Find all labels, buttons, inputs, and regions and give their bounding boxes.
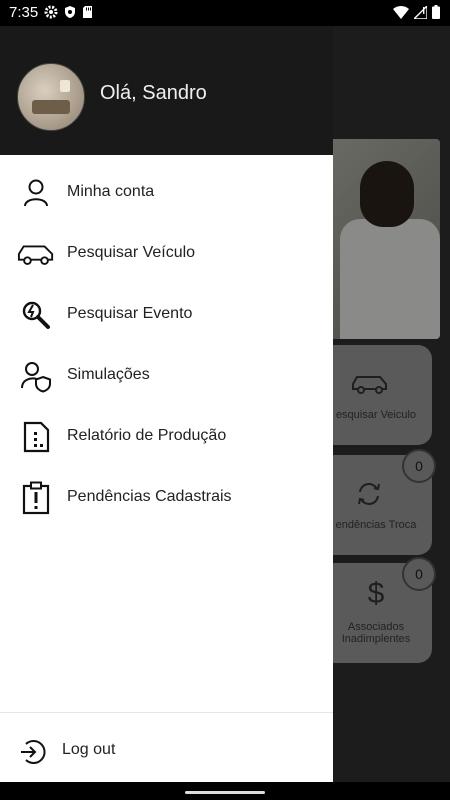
clipboard-alert-icon [17, 481, 55, 515]
user-shield-icon [17, 359, 55, 393]
menu-item-relatorio-producao[interactable]: Relatório de Produção [0, 407, 333, 468]
avatar[interactable] [17, 63, 85, 131]
pendencias-count-badge: 0 [402, 449, 436, 483]
card-label: esquisar Veiculo [335, 409, 417, 421]
sd-card-icon [83, 6, 92, 18]
status-time: 7:35 [9, 4, 39, 21]
user-icon [17, 176, 55, 210]
menu-item-label: Relatório de Produção [67, 427, 227, 444]
card-pesquisar-veiculo[interactable]: esquisar Veiculo [320, 345, 432, 445]
menu-item-label: Simulações [67, 366, 150, 383]
drawer-header: Olá, Sandro [0, 26, 333, 155]
sync-icon [358, 483, 380, 505]
card-label: endências Troca [335, 519, 417, 531]
status-left-icons [44, 5, 93, 19]
menu-item-minha-conta[interactable]: Minha conta [0, 163, 333, 224]
drawer-divider [0, 712, 333, 713]
menu-item-label: Pesquisar Veículo [67, 244, 196, 261]
battery-icon [432, 5, 440, 19]
home-gesture-handle[interactable] [185, 791, 265, 794]
menu-item-label: Minha conta [67, 183, 155, 200]
drawer-menu: Minha conta Pesquisar Veículo Pesquisar … [0, 163, 333, 529]
logout-button[interactable]: Log out [0, 726, 333, 776]
shield-icon [65, 6, 75, 18]
status-right-icons [393, 5, 440, 19]
navigation-drawer: Olá, Sandro Minha conta Pesquisar Veícul… [0, 26, 333, 782]
logout-label: Log out [62, 741, 116, 758]
menu-item-simulacoes[interactable]: Simulações [0, 346, 333, 407]
car-icon [17, 237, 55, 271]
menu-item-pesquisar-evento[interactable]: Pesquisar Evento [0, 285, 333, 346]
system-nav-bar [0, 782, 450, 800]
menu-item-label: Pesquisar Evento [67, 305, 193, 322]
logout-icon [18, 738, 46, 771]
signal-icon [414, 5, 427, 19]
status-bar: 7:35 [0, 0, 450, 26]
inadimplentes-count-badge: 0 [402, 557, 436, 591]
wifi-icon [393, 5, 409, 19]
menu-item-label: Pendências Cadastrais [67, 488, 232, 505]
gear-icon [44, 5, 58, 19]
hero-photo [330, 139, 440, 339]
search-event-icon [17, 298, 55, 332]
card-label: Associados Inadimplentes [341, 621, 411, 645]
menu-item-pendencias-cadastrais[interactable]: Pendências Cadastrais [0, 468, 333, 529]
menu-item-pesquisar-veiculo[interactable]: Pesquisar Veículo [0, 224, 333, 285]
greeting: Olá, Sandro [100, 82, 207, 104]
car-icon [352, 376, 387, 394]
report-icon [17, 420, 55, 454]
